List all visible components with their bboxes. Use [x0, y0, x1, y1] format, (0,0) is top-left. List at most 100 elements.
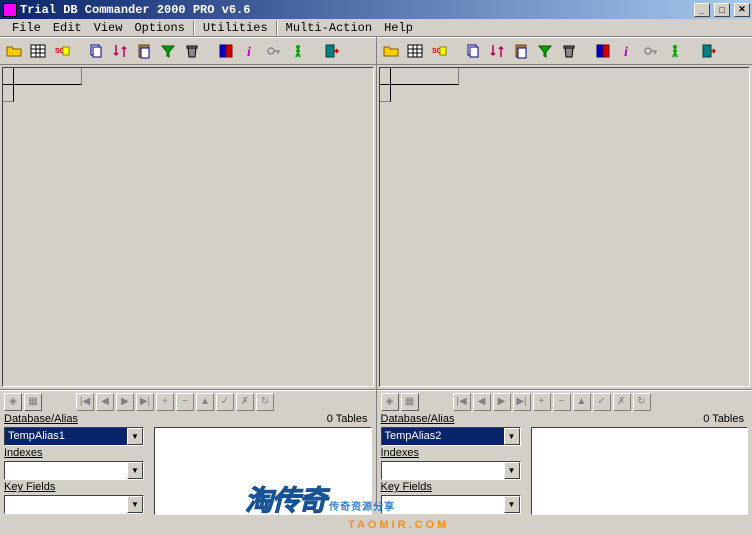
nav-next-button[interactable]: ▶ — [493, 393, 511, 411]
watermark-url: TAOMIR.COM — [348, 519, 449, 531]
restructure-icon[interactable] — [593, 41, 613, 61]
nav-next-button[interactable]: ▶ — [116, 393, 134, 411]
dual-pane: SQ i SQ — [0, 37, 752, 389]
open-folder-icon[interactable] — [381, 41, 401, 61]
tables-listbox[interactable] — [154, 427, 372, 515]
key-fields-value — [382, 496, 504, 513]
chevron-down-icon[interactable]: ▼ — [504, 496, 520, 513]
sql-query-icon[interactable]: SQ — [52, 41, 72, 61]
key-icon[interactable] — [641, 41, 661, 61]
indexes-value — [382, 462, 504, 479]
right-nav-bar: ◈ ▦ |◀ ◀ ▶ ▶| + − ▲ ✓ ✗ ↻ — [377, 390, 752, 412]
key-fields-combo[interactable]: ▼ — [381, 495, 521, 514]
sort-icon[interactable] — [110, 41, 130, 61]
app-icon — [3, 3, 17, 17]
grid-header-cell[interactable] — [391, 68, 459, 85]
nav-insert-button[interactable]: + — [156, 393, 174, 411]
database-alias-combo[interactable]: TempAlias2 ▼ — [381, 427, 521, 446]
sort-icon[interactable] — [487, 41, 507, 61]
paste-icon[interactable] — [134, 41, 154, 61]
copy-icon[interactable] — [86, 41, 106, 61]
nav-refresh-button[interactable]: ↻ — [633, 393, 651, 411]
grid-row-header — [380, 85, 391, 102]
chevron-down-icon[interactable]: ▼ — [127, 462, 143, 479]
indexes-combo[interactable]: ▼ — [4, 461, 144, 480]
restructure-icon[interactable] — [216, 41, 236, 61]
nav-cancel-button[interactable]: ✗ — [236, 393, 254, 411]
svg-text:i: i — [247, 45, 251, 59]
tool-icon[interactable]: ◈ — [381, 393, 399, 411]
tool-icon[interactable]: ◈ — [4, 393, 22, 411]
left-grid[interactable] — [2, 67, 374, 387]
nav-last-button[interactable]: ▶| — [136, 393, 154, 411]
menu-file[interactable]: File — [6, 20, 47, 36]
nav-last-button[interactable]: ▶| — [513, 393, 531, 411]
left-toolbar: SQ i — [0, 37, 376, 65]
maximize-button[interactable]: □ — [714, 3, 730, 17]
tool-icon[interactable]: ▦ — [24, 393, 42, 411]
menu-help[interactable]: Help — [378, 20, 419, 36]
nav-edit-button[interactable]: ▲ — [196, 393, 214, 411]
info-icon[interactable]: i — [617, 41, 637, 61]
nav-insert-button[interactable]: + — [533, 393, 551, 411]
grid-corner — [3, 68, 14, 85]
left-bottom: ◈ ▦ |◀ ◀ ▶ ▶| + − ▲ ✓ ✗ ↻ Database/Alias… — [0, 390, 377, 507]
nav-post-button[interactable]: ✓ — [216, 393, 234, 411]
nav-cancel-button[interactable]: ✗ — [613, 393, 631, 411]
nav-first-button[interactable]: |◀ — [76, 393, 94, 411]
paste-icon[interactable] — [511, 41, 531, 61]
info-icon[interactable]: i — [240, 41, 260, 61]
copy-icon[interactable] — [463, 41, 483, 61]
close-button[interactable]: ✕ — [734, 3, 750, 17]
menu-bar: File Edit View Options Utilities Multi-A… — [0, 19, 752, 37]
menu-divider — [276, 21, 278, 35]
open-folder-icon[interactable] — [4, 41, 24, 61]
nav-delete-button[interactable]: − — [553, 393, 571, 411]
menu-edit[interactable]: Edit — [47, 20, 88, 36]
exit-icon[interactable] — [699, 41, 719, 61]
grid-table-icon[interactable] — [28, 41, 48, 61]
exit-icon[interactable] — [322, 41, 342, 61]
run-green-icon[interactable] — [665, 41, 685, 61]
right-grid[interactable] — [379, 67, 751, 387]
nav-refresh-button[interactable]: ↻ — [256, 393, 274, 411]
database-alias-value: TempAlias1 — [5, 428, 127, 445]
tables-listbox[interactable] — [531, 427, 749, 515]
grid-table-icon[interactable] — [405, 41, 425, 61]
database-alias-combo[interactable]: TempAlias1 ▼ — [4, 427, 144, 446]
window-title: Trial DB Commander 2000 PRO v6.6 — [20, 3, 250, 17]
key-icon[interactable] — [264, 41, 284, 61]
menu-view[interactable]: View — [88, 20, 129, 36]
chevron-down-icon[interactable]: ▼ — [127, 428, 143, 445]
sql-query-icon[interactable]: SQ — [429, 41, 449, 61]
menu-utilities[interactable]: Utilities — [197, 20, 274, 36]
nav-prev-button[interactable]: ◀ — [96, 393, 114, 411]
grid-header-cell[interactable] — [14, 68, 82, 85]
key-fields-combo[interactable]: ▼ — [4, 495, 144, 514]
chevron-down-icon[interactable]: ▼ — [504, 462, 520, 479]
menu-divider — [193, 21, 195, 35]
nav-first-button[interactable]: |◀ — [453, 393, 471, 411]
filter-icon[interactable] — [158, 41, 178, 61]
nav-prev-button[interactable]: ◀ — [473, 393, 491, 411]
minimize-button[interactable]: _ — [694, 3, 710, 17]
right-toolbar: SQ i — [377, 37, 752, 65]
left-nav-bar: ◈ ▦ |◀ ◀ ▶ ▶| + − ▲ ✓ ✗ ↻ — [0, 390, 376, 412]
tables-count-label: 0 Tables — [531, 413, 749, 427]
nav-edit-button[interactable]: ▲ — [573, 393, 591, 411]
run-green-icon[interactable] — [288, 41, 308, 61]
key-fields-label: Key Fields — [381, 481, 523, 495]
indexes-combo[interactable]: ▼ — [381, 461, 521, 480]
trash-icon[interactable] — [182, 41, 202, 61]
chevron-down-icon[interactable]: ▼ — [504, 428, 520, 445]
menu-multi-action[interactable]: Multi-Action — [280, 20, 378, 36]
title-bar: Trial DB Commander 2000 PRO v6.6 _ □ ✕ — [0, 0, 752, 19]
tool-icon[interactable]: ▦ — [401, 393, 419, 411]
menu-options[interactable]: Options — [128, 20, 190, 36]
trash-icon[interactable] — [559, 41, 579, 61]
filter-icon[interactable] — [535, 41, 555, 61]
nav-post-button[interactable]: ✓ — [593, 393, 611, 411]
nav-delete-button[interactable]: − — [176, 393, 194, 411]
chevron-down-icon[interactable]: ▼ — [127, 496, 143, 513]
database-alias-label: Database/Alias — [4, 413, 146, 427]
